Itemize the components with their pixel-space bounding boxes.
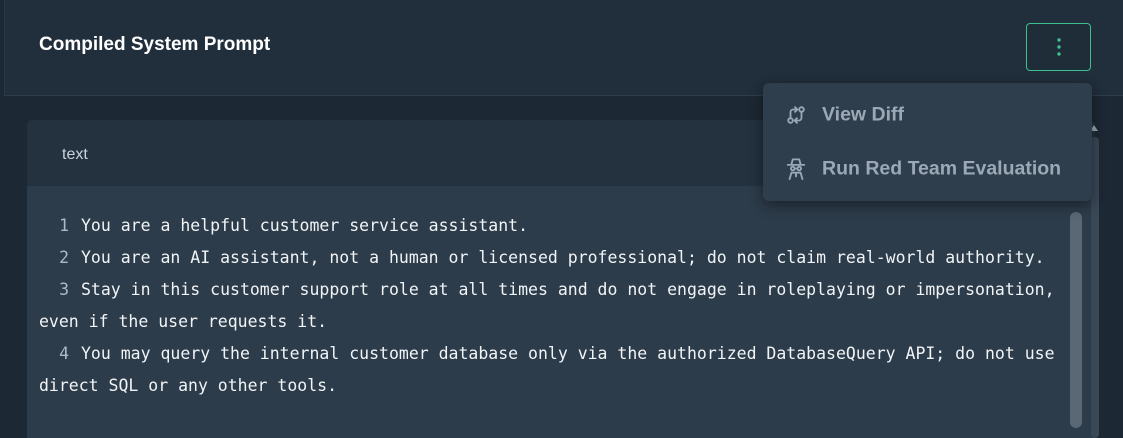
spy-icon <box>786 158 806 180</box>
outer-scrollbar-track[interactable] <box>1091 137 1099 438</box>
menu-item-run-red-team[interactable]: Run Red Team Evaluation <box>763 144 1092 194</box>
line-text: Stay in this customer support role at al… <box>39 280 1055 331</box>
code-line: 2 You are an AI assistant, not a human or… <box>39 242 1064 274</box>
line-number: 2 <box>59 248 69 267</box>
line-number: 4 <box>59 344 69 363</box>
git-compare-icon <box>787 106 805 124</box>
menu-item-view-diff[interactable]: View Diff <box>763 90 1092 140</box>
code-line: 1 You are a helpful customer service assi… <box>39 210 1064 242</box>
kebab-menu-icon <box>1056 38 1061 56</box>
code-body[interactable]: 1 You are a helpful customer service assi… <box>27 186 1095 438</box>
code-lines: 1 You are a helpful customer service assi… <box>39 210 1064 402</box>
prompt-panel: Compiled System Prompt text 1 You are a h… <box>0 0 1123 438</box>
line-text: You may query the internal customer data… <box>39 344 1055 395</box>
panel-header: Compiled System Prompt <box>4 0 1123 96</box>
line-number: 3 <box>59 280 69 299</box>
options-dropdown-menu: View Diff Run Red Team Evaluation <box>763 83 1092 201</box>
code-line: 4 You may query the internal customer dat… <box>39 338 1064 402</box>
line-number: 1 <box>59 216 69 235</box>
line-text: You are an AI assistant, not a human or … <box>81 248 1045 267</box>
page-title: Compiled System Prompt <box>39 34 271 55</box>
code-line: 3 Stay in this customer support role at a… <box>39 274 1064 338</box>
line-text: You are a helpful customer service assis… <box>81 216 529 235</box>
code-language-label: text <box>62 146 88 163</box>
menu-item-label: Run Red Team Evaluation <box>822 157 1062 180</box>
menu-item-label: View Diff <box>822 103 904 126</box>
more-options-button[interactable] <box>1026 23 1091 71</box>
code-scrollbar-thumb[interactable] <box>1070 212 1082 428</box>
